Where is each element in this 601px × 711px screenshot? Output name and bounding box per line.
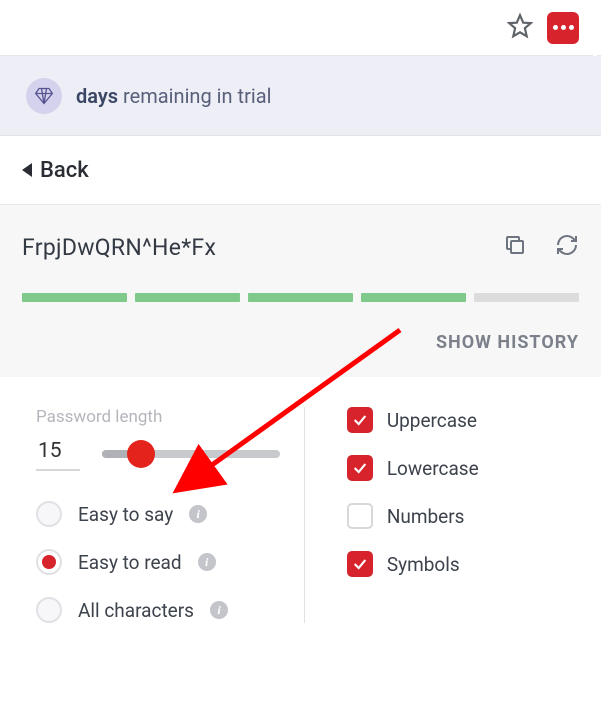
password-length-row: 15 xyxy=(36,437,280,471)
check-label: Numbers xyxy=(387,505,465,528)
strength-segment xyxy=(22,293,127,302)
radio-easy-to-read[interactable]: Easy to read i xyxy=(36,549,280,575)
checkbox-icon xyxy=(347,407,373,433)
check-lowercase[interactable]: Lowercase xyxy=(347,455,579,481)
browser-bar xyxy=(0,0,601,56)
strength-segment xyxy=(361,293,466,302)
strength-segment xyxy=(248,293,353,302)
lastpass-extension-icon[interactable] xyxy=(547,12,579,44)
back-button[interactable]: Back xyxy=(22,158,89,183)
check-symbols[interactable]: Symbols xyxy=(347,551,579,577)
radio-label: Easy to say xyxy=(78,503,173,526)
radio-label: All characters xyxy=(78,599,194,622)
password-length-value[interactable]: 15 xyxy=(36,437,80,471)
trial-banner: days remaining in trial xyxy=(0,56,601,136)
back-caret-icon xyxy=(22,163,32,177)
slider-thumb[interactable] xyxy=(127,440,155,468)
check-numbers[interactable]: Numbers xyxy=(347,503,579,529)
check-label: Lowercase xyxy=(387,457,479,480)
password-length-slider[interactable] xyxy=(102,450,280,458)
copy-button[interactable] xyxy=(503,233,527,261)
password-actions xyxy=(503,233,579,261)
password-area: FrpjDwQRN^He*Fx SHOW HISTORY xyxy=(0,204,601,377)
regenerate-button[interactable] xyxy=(555,233,579,261)
password-row: FrpjDwQRN^He*Fx xyxy=(22,233,579,261)
checkbox-icon xyxy=(347,455,373,481)
radio-icon xyxy=(36,501,62,527)
generator-settings: Password length 15 Easy to say i Easy to… xyxy=(0,377,601,623)
password-length-label: Password length xyxy=(36,407,280,427)
radio-all-characters[interactable]: All characters i xyxy=(36,597,280,623)
back-label: Back xyxy=(40,158,89,183)
radio-icon xyxy=(36,549,62,575)
settings-right-column: Uppercase Lowercase Numbers Symbols xyxy=(305,407,579,623)
info-icon[interactable]: i xyxy=(189,505,207,523)
radio-easy-to-say[interactable]: Easy to say i xyxy=(36,501,280,527)
check-label: Uppercase xyxy=(387,409,477,432)
show-history-link[interactable]: SHOW HISTORY xyxy=(436,332,579,353)
strength-segment xyxy=(135,293,240,302)
bookmark-star-icon[interactable] xyxy=(507,13,533,43)
settings-left-column: Password length 15 Easy to say i Easy to… xyxy=(36,407,305,623)
checkbox-icon xyxy=(347,551,373,577)
checkbox-icon xyxy=(347,503,373,529)
strength-meter xyxy=(22,293,579,302)
check-uppercase[interactable]: Uppercase xyxy=(347,407,579,433)
charset-radio-group: Easy to say i Easy to read i All charact… xyxy=(36,501,280,623)
trial-days: days xyxy=(76,84,118,108)
trial-text: days remaining in trial xyxy=(76,84,271,108)
panel-edge xyxy=(593,0,597,56)
trial-rest: remaining in trial xyxy=(123,84,271,108)
char-check-group: Uppercase Lowercase Numbers Symbols xyxy=(347,407,579,577)
radio-label: Easy to read xyxy=(78,551,182,574)
check-label: Symbols xyxy=(387,553,460,576)
info-icon[interactable]: i xyxy=(198,553,216,571)
back-row: Back xyxy=(0,136,601,204)
strength-segment xyxy=(474,293,579,302)
history-row: SHOW HISTORY xyxy=(22,332,579,377)
gem-icon xyxy=(26,78,62,114)
generated-password[interactable]: FrpjDwQRN^He*Fx xyxy=(22,234,503,261)
radio-icon xyxy=(36,597,62,623)
info-icon[interactable]: i xyxy=(210,601,228,619)
